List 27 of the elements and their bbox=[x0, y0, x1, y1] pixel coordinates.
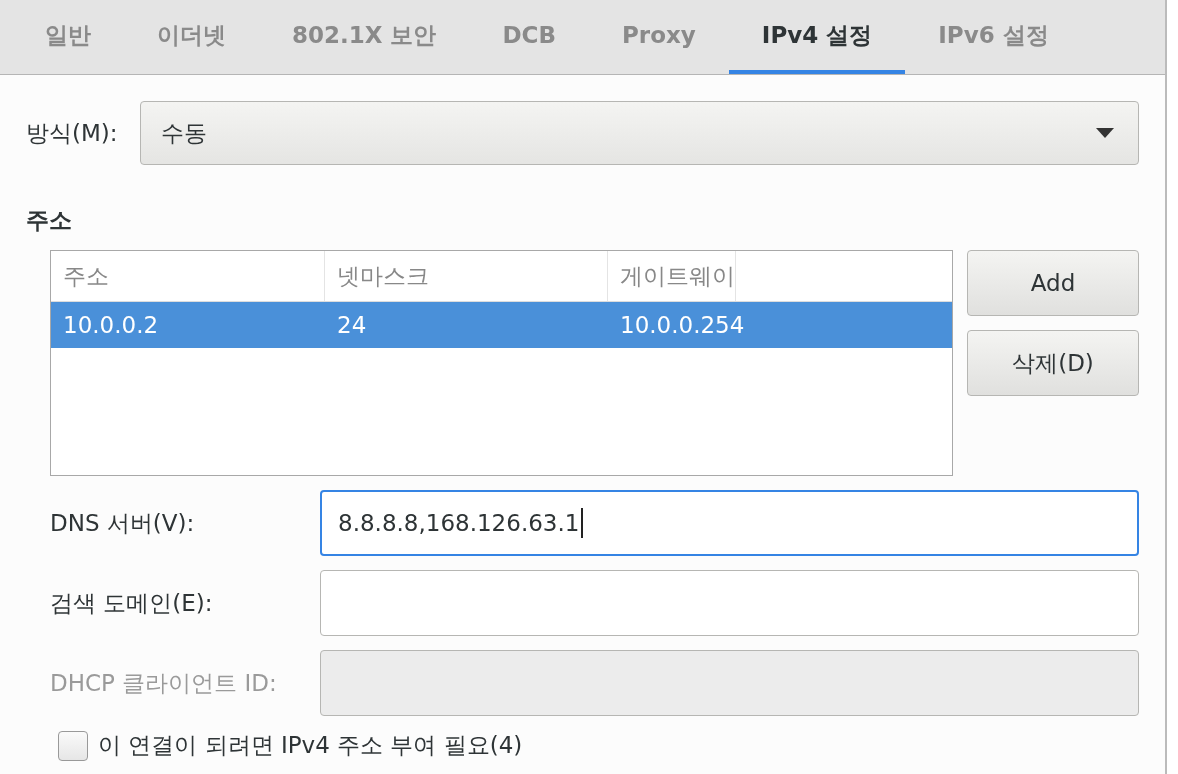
table-cell-text: 10.0.0.254 bbox=[619, 312, 745, 338]
input-field[interactable] bbox=[320, 570, 1139, 636]
method-dropdown[interactable]: 수동 bbox=[139, 101, 1139, 165]
checkbox[interactable] bbox=[58, 730, 88, 761]
field-label: DNS 서버(V): bbox=[50, 508, 196, 538]
field-label: 검색 도메인(E): bbox=[50, 588, 214, 618]
checkbox-label: 이 연결이 되려면 IPv4 주소 부여 필요(4) bbox=[98, 731, 523, 760]
tab[interactable]: 802.1X 보안 bbox=[259, 0, 470, 74]
table-cell-text: 10.0.0.2 bbox=[62, 312, 160, 338]
tab[interactable]: Proxy bbox=[589, 0, 729, 74]
tab[interactable]: DCB bbox=[469, 0, 589, 74]
field-label: DHCP 클라이언트 ID: bbox=[50, 668, 278, 698]
method-label: 방식(M): bbox=[26, 118, 118, 148]
column-header[interactable]: 넷마스크 bbox=[325, 251, 608, 301]
table-action-button[interactable]: Add bbox=[967, 250, 1139, 316]
tab[interactable]: IPv6 설정 bbox=[905, 0, 1082, 74]
table-action-button[interactable]: 삭제(D) bbox=[967, 330, 1139, 396]
table-cell-text: 24 bbox=[336, 312, 368, 338]
tab[interactable]: IPv4 설정 bbox=[728, 0, 906, 74]
tab[interactable]: 이더넷 bbox=[124, 0, 259, 74]
section-heading: 주소 bbox=[26, 206, 73, 235]
tab[interactable]: 일반 bbox=[12, 0, 124, 74]
column-header[interactable]: 주소 bbox=[51, 251, 325, 301]
column-header[interactable]: 게이트웨이 bbox=[608, 251, 736, 301]
table-row[interactable]: 10.0.0.2 24 10.0.0.254 bbox=[51, 302, 952, 348]
caret-icon bbox=[1096, 128, 1114, 138]
input-field[interactable]: 8.8.8.8,168.126.63.1 bbox=[320, 490, 1139, 556]
